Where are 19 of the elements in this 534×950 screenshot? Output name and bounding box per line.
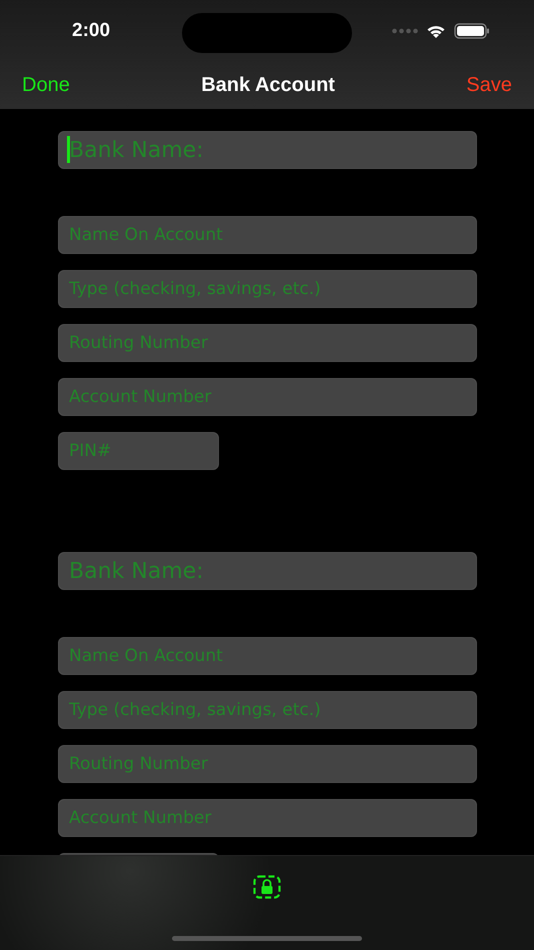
wifi-icon [426,24,446,38]
text-field[interactable]: Type (checking, savings, etc.) [58,270,477,308]
done-button[interactable]: Done [22,74,70,97]
signal-icon [392,28,418,34]
lock-icon[interactable] [253,875,281,899]
text-field[interactable]: Bank Name: [58,552,477,590]
save-button[interactable]: Save [466,74,512,97]
text-field[interactable]: PIN# [58,432,219,470]
screen-title: Bank Account [201,74,335,97]
text-field[interactable]: Routing Number [58,745,477,783]
clock-time: 2:00 [72,20,110,42]
text-field[interactable]: Routing Number [58,324,477,362]
text-field[interactable]: Account Number [58,799,477,837]
text-field[interactable]: Account Number [58,378,477,416]
text-field[interactable]: Type (checking, savings, etc.) [58,691,477,729]
text-field[interactable]: Name On Account [58,637,477,675]
text-field[interactable]: Name On Account [58,216,477,254]
battery-icon [454,23,490,39]
text-field[interactable]: Bank Name: [58,131,477,169]
